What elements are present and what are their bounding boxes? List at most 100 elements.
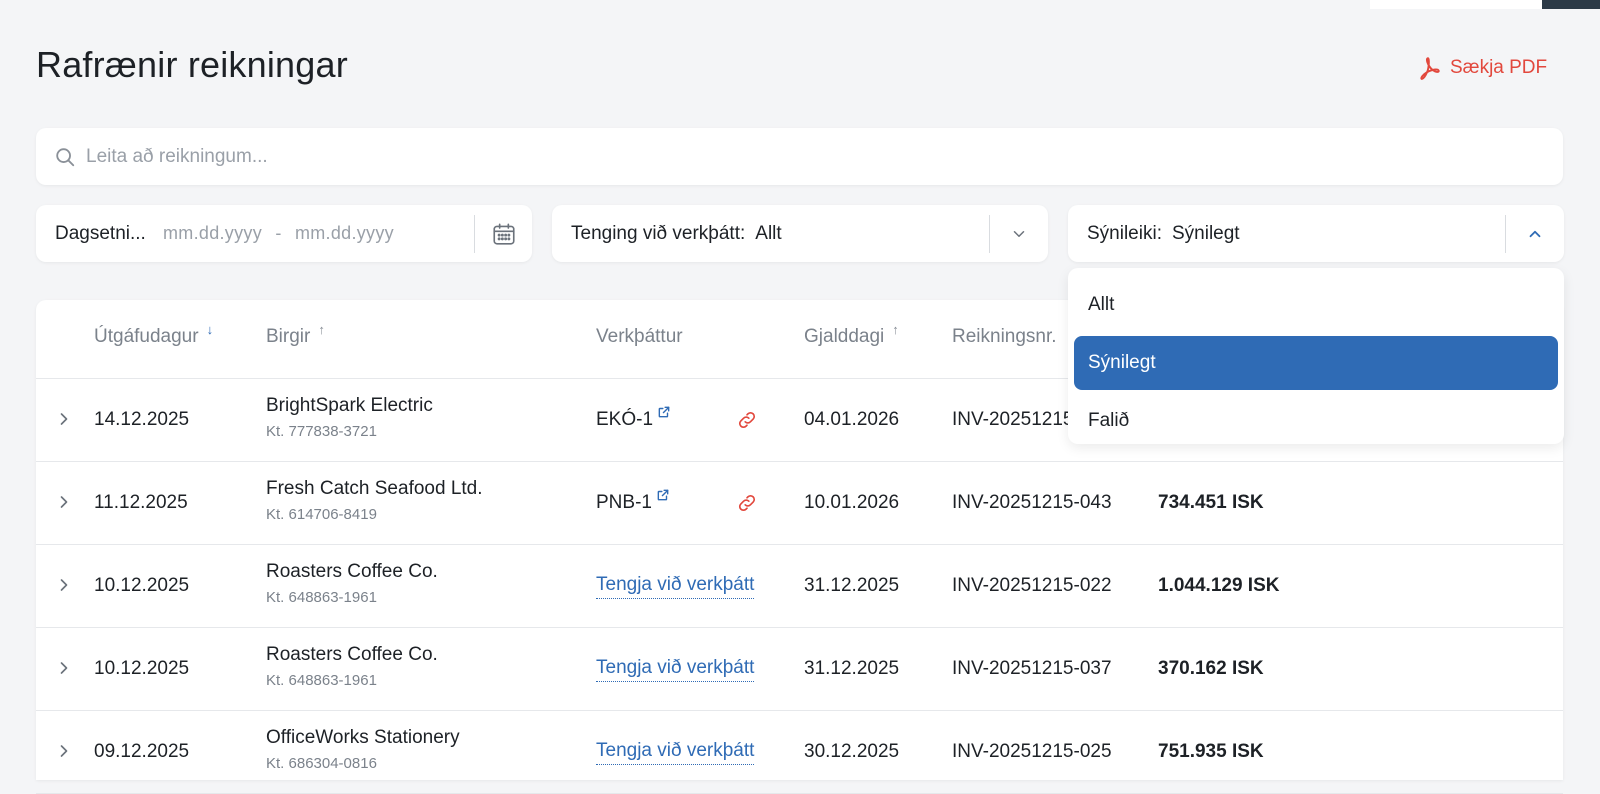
visibility-option-all[interactable]: Allt [1074, 278, 1558, 332]
supplier-name: Roasters Coffee Co. [266, 561, 438, 582]
column-header-supplier[interactable]: Birgir ↑ [266, 322, 325, 348]
task-code[interactable]: EKÓ-1 [596, 406, 671, 431]
visibility-filter[interactable]: Sýnileiki: Sýnilegt [1068, 205, 1564, 262]
date-filter-label: Dagsetni... [55, 222, 146, 244]
supplier-name: Roasters Coffee Co. [266, 644, 438, 665]
invoice-number: INV-20251215-037 [952, 658, 1112, 679]
column-header-label: Birgir [266, 326, 311, 347]
filter-divider [474, 215, 475, 253]
supplier-name: Fresh Catch Seafood Ltd. [266, 478, 483, 499]
task-code[interactable]: PNB-1 [596, 489, 670, 514]
sort-asc-icon: ↑ [892, 322, 899, 337]
date-to-placeholder: mm.dd.yyyy [294, 223, 394, 243]
table-row[interactable]: 09.12.2025 OfficeWorks Stationery Kt. 68… [36, 711, 1563, 794]
due-date: 30.12.2025 [804, 741, 900, 762]
supplier: Fresh Catch Seafood Ltd. Kt. 614706-8419 [266, 478, 483, 523]
chevron-right-icon[interactable] [54, 575, 74, 595]
table-row[interactable]: 11.12.2025 Fresh Catch Seafood Ltd. Kt. … [36, 462, 1563, 545]
supplier: Roasters Coffee Co. Kt. 648863-1961 [266, 561, 438, 606]
task-filter-value: Allt [755, 222, 782, 244]
invoice-amount: 370.162 ISK [1158, 658, 1264, 679]
visibility-option-visible[interactable]: Sýnilegt [1074, 336, 1558, 390]
column-header-label: Verkþáttur [596, 326, 683, 347]
table-row[interactable]: 10.12.2025 Roasters Coffee Co. Kt. 64886… [36, 545, 1563, 628]
link-task-link[interactable]: Tengja við verkþátt [596, 574, 755, 599]
visibility-dropdown: Allt Sýnilegt Falið [1068, 268, 1564, 444]
column-header-due-date[interactable]: Gjalddagi ↑ [804, 322, 899, 348]
sort-desc-icon: ↓ [206, 322, 214, 337]
page-title: Rafrænir reikningar [36, 44, 348, 85]
invoice-number: INV-20251215 [952, 409, 1074, 430]
calendar-button[interactable] [476, 205, 532, 262]
external-link-icon [658, 406, 670, 418]
visibility-filter-label: Sýnileiki: [1087, 222, 1162, 244]
link-task-link[interactable]: Tengja við verkþátt [596, 657, 755, 682]
issue-date: 09.12.2025 [94, 741, 190, 762]
supplier-name: BrightSpark Electric [266, 395, 433, 416]
date-range-input[interactable]: mm.dd.yyyy - mm.dd.yyyy [163, 223, 394, 244]
download-pdf-button[interactable]: Sækja PDF [1416, 52, 1547, 84]
task-filter-label: Tenging við verkþátt: [571, 222, 746, 244]
unlink-icon[interactable] [736, 492, 758, 514]
column-header-task: Verkþáttur [596, 326, 683, 348]
link-task-link[interactable]: Tengja við verkþátt [596, 740, 755, 765]
filter-divider [1505, 215, 1506, 253]
topbar-segment [1370, 0, 1542, 9]
supplier-name: OfficeWorks Stationery [266, 727, 460, 748]
invoice-amount: 751.935 ISK [1158, 741, 1264, 762]
supplier-kt: Kt. 614706-8419 [266, 506, 377, 523]
search-input[interactable] [86, 145, 1486, 168]
table-row[interactable]: 10.12.2025 Roasters Coffee Co. Kt. 64886… [36, 628, 1563, 711]
task-code-label: EKÓ-1 [596, 409, 654, 430]
column-header-issue-date[interactable]: Útgáfudagur ↓ [94, 322, 213, 348]
supplier-kt: Kt. 648863-1961 [266, 589, 377, 606]
chevron-right-icon[interactable] [54, 409, 74, 429]
invoice-number: INV-20251215-043 [952, 492, 1112, 513]
visibility-filter-value: Sýnilegt [1171, 222, 1240, 244]
date-from-placeholder: mm.dd.yyyy [163, 223, 263, 243]
chevron-right-icon[interactable] [54, 492, 74, 512]
chevron-up-icon [1529, 230, 1541, 237]
chevron-right-icon[interactable] [54, 741, 74, 761]
visibility-filter-toggle[interactable] [1507, 205, 1563, 262]
search-icon [56, 147, 75, 166]
due-date: 31.12.2025 [804, 658, 900, 679]
issue-date: 10.12.2025 [94, 575, 190, 596]
sort-asc-icon: ↑ [318, 322, 325, 337]
supplier-kt: Kt. 686304-0816 [266, 755, 377, 772]
topbar-segment-dark [1542, 0, 1600, 9]
date-separator: - [275, 223, 282, 243]
issue-date: 10.12.2025 [94, 658, 190, 679]
date-filter[interactable]: Dagsetni... mm.dd.yyyy - mm.dd.yyyy [36, 205, 532, 262]
due-date: 04.01.2026 [804, 409, 900, 430]
chevron-right-icon[interactable] [54, 658, 74, 678]
external-link-icon [657, 489, 669, 501]
task-code-label: PNB-1 [596, 492, 652, 513]
task-filter-toggle[interactable] [991, 205, 1047, 262]
issue-date: 11.12.2025 [94, 492, 188, 513]
task-link-filter[interactable]: Tenging við verkþátt: Allt [552, 205, 1048, 262]
supplier: Roasters Coffee Co. Kt. 648863-1961 [266, 644, 438, 689]
issue-date: 14.12.2025 [94, 409, 190, 430]
filter-divider [989, 215, 990, 253]
chevron-down-icon [1013, 230, 1025, 237]
column-header-label: Útgáfudagur [94, 326, 199, 347]
column-header-invoice-no: Reikningsnr. [952, 326, 1057, 348]
unlink-icon[interactable] [736, 409, 758, 431]
invoice-amount: 734.451 ISK [1158, 492, 1264, 513]
calendar-icon [493, 222, 515, 245]
column-header-label: Gjalddagi [804, 326, 885, 347]
due-date: 31.12.2025 [804, 575, 900, 596]
invoice-number: INV-20251215-022 [952, 575, 1112, 596]
download-pdf-label: Sækja PDF [1450, 57, 1548, 78]
due-date: 10.01.2026 [804, 492, 900, 513]
supplier: OfficeWorks Stationery Kt. 686304-0816 [266, 727, 460, 772]
pdf-icon [1420, 57, 1440, 80]
search-box [36, 128, 1563, 185]
invoice-amount: 1.044.129 ISK [1158, 575, 1280, 596]
supplier-kt: Kt. 648863-1961 [266, 672, 377, 689]
visibility-option-hidden[interactable]: Falið [1074, 394, 1558, 448]
supplier: BrightSpark Electric Kt. 777838-3721 [266, 395, 433, 440]
invoice-number: INV-20251215-025 [952, 741, 1112, 762]
supplier-kt: Kt. 777838-3721 [266, 423, 377, 440]
